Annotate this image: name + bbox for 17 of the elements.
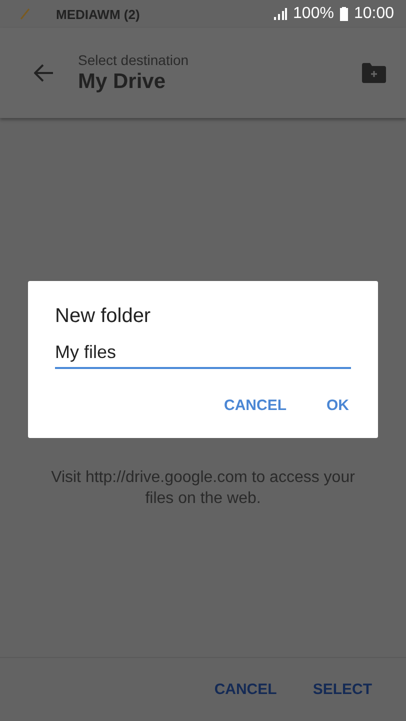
battery-level: 100%	[293, 5, 334, 23]
select-button[interactable]: SELECT	[300, 673, 384, 706]
notification-title: MEDIAWM (2)	[56, 6, 141, 22]
battery-icon	[340, 7, 348, 21]
clock: 10:00	[354, 5, 394, 23]
subtitle: Select destination	[78, 52, 190, 68]
folder-name-field[interactable]: My files	[55, 342, 351, 369]
empty-message: Visit http://drive.google.com to access your files on the web.	[50, 468, 356, 509]
dialog-title: New folder	[55, 305, 152, 328]
cancel-button[interactable]: CANCEL	[212, 391, 298, 420]
new-folder-icon[interactable]	[362, 63, 386, 83]
back-arrow-icon[interactable]	[34, 64, 54, 82]
signal-icon	[273, 8, 288, 20]
cancel-button[interactable]: CANCEL	[202, 673, 289, 706]
title: My Drive	[78, 70, 167, 94]
ok-button[interactable]: OK	[314, 391, 361, 420]
pen-icon	[20, 8, 30, 20]
